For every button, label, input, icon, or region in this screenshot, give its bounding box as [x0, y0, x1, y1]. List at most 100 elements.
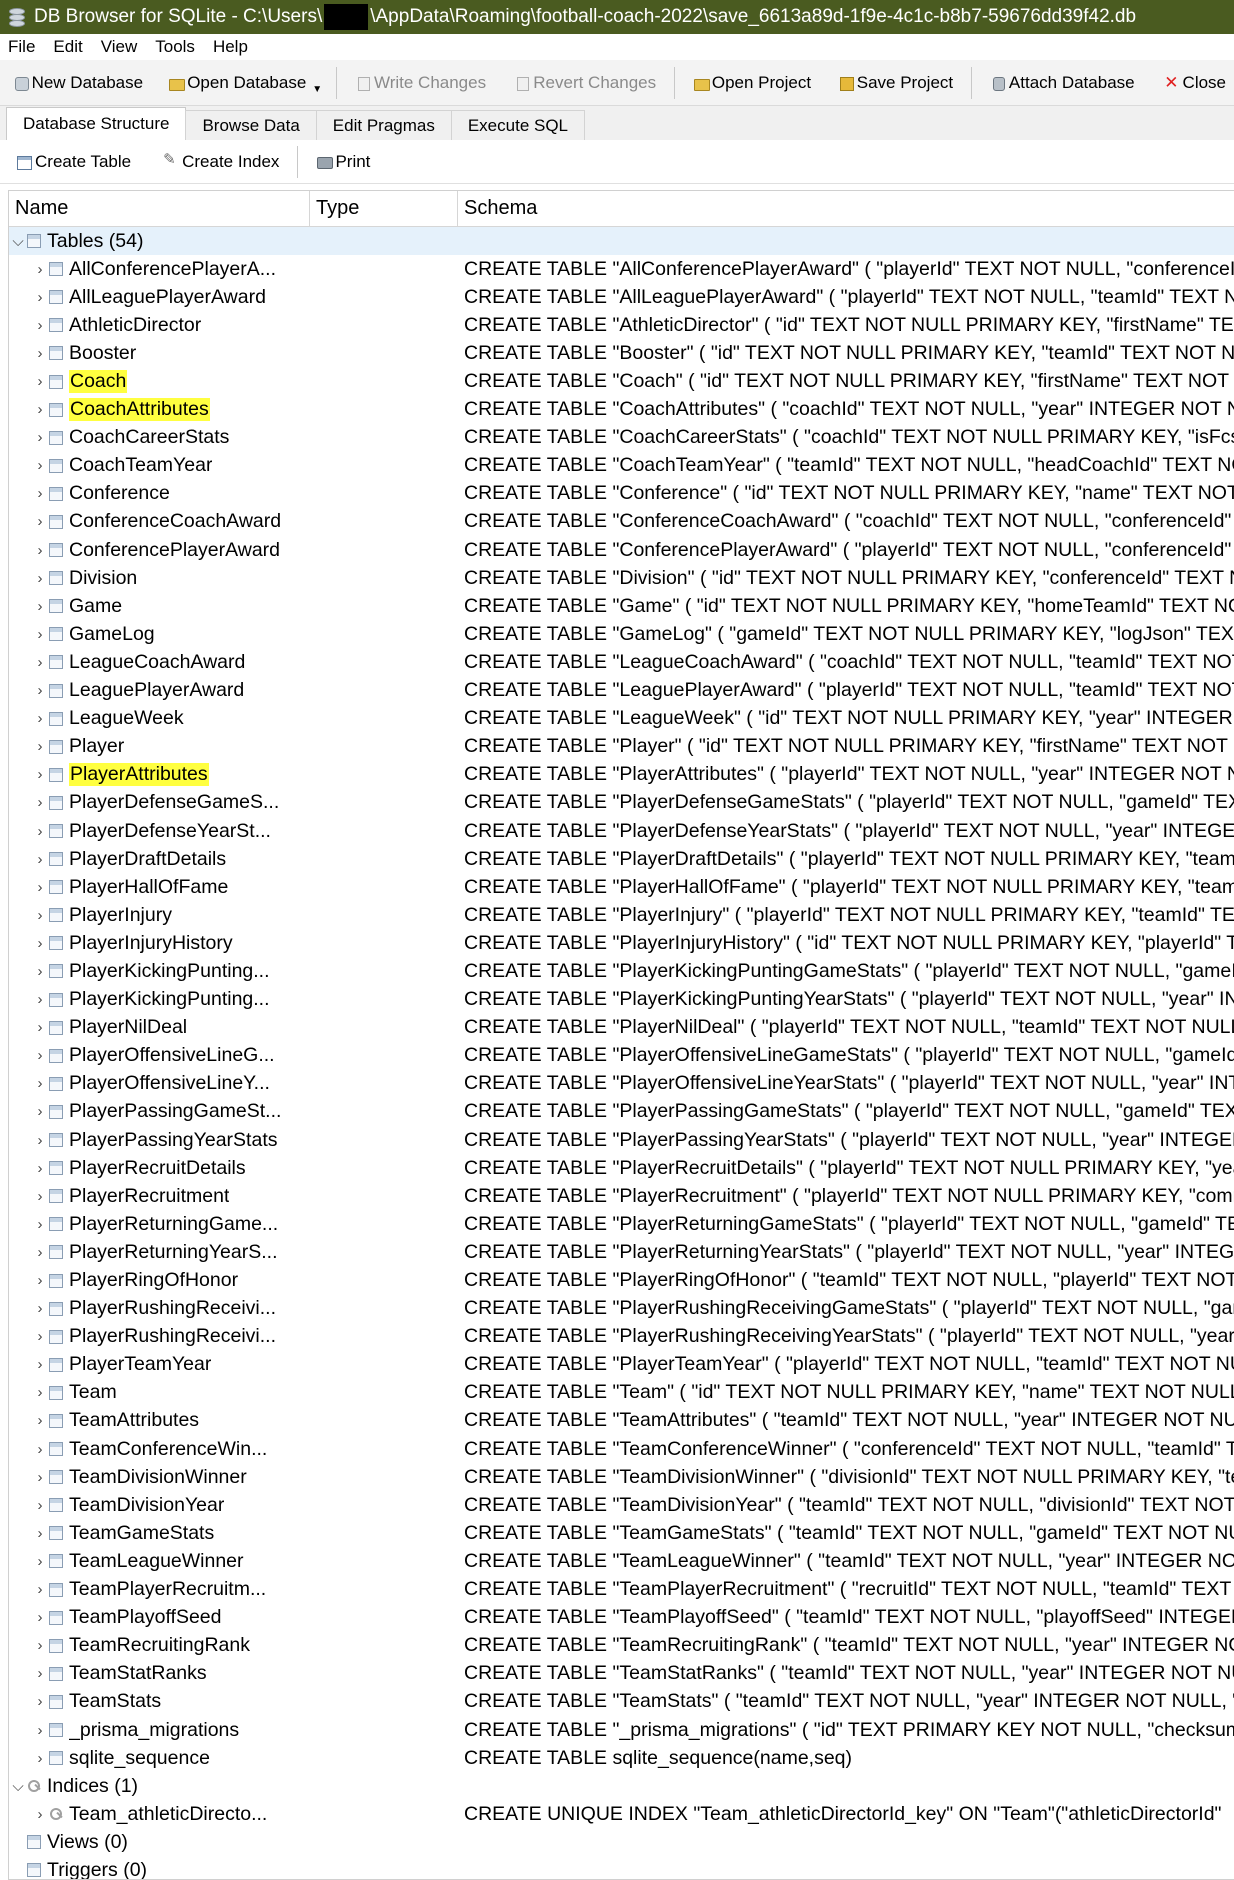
column-header-name[interactable]: Name	[9, 191, 310, 226]
table-row[interactable]: › GameLog CREATE TABLE "GameLog" ( "gameId…	[9, 620, 1234, 648]
table-row[interactable]: › PlayerRingOfHonor CREATE TABLE "PlayerRi…	[9, 1266, 1234, 1294]
table-row[interactable]: › Coach CREATE TABLE "Coach" ( "id" TEXT N…	[9, 367, 1234, 395]
chevron-right-icon[interactable]: ›	[31, 457, 49, 474]
chevron-right-icon[interactable]: ›	[31, 1581, 49, 1598]
chevron-right-icon[interactable]: ›	[31, 1160, 49, 1177]
create-table-button[interactable]: Create Table	[8, 144, 139, 180]
chevron-right-icon[interactable]: ›	[31, 851, 49, 868]
table-row[interactable]: › CoachTeamYear CREATE TABLE "CoachTeamYea…	[9, 452, 1234, 480]
table-row[interactable]: › TeamLeagueWinner CREATE TABLE "TeamLeagu…	[9, 1547, 1234, 1575]
menu-edit[interactable]: Edit	[45, 37, 92, 57]
chevron-right-icon[interactable]: ›	[31, 373, 49, 390]
table-row[interactable]: › TeamAttributes CREATE TABLE "TeamAttribu…	[9, 1407, 1234, 1435]
chevron-right-icon[interactable]: ›	[31, 570, 49, 587]
chevron-right-icon[interactable]: ›	[31, 907, 49, 924]
table-row[interactable]: › PlayerPassingYearStats CREATE TABLE "Pla…	[9, 1126, 1234, 1154]
chevron-right-icon[interactable]: ›	[31, 401, 49, 418]
chevron-right-icon[interactable]: ›	[31, 766, 49, 783]
menu-file[interactable]: File	[0, 37, 45, 57]
table-row[interactable]: › PlayerNilDeal CREATE TABLE "PlayerNilDea…	[9, 1014, 1234, 1042]
table-row[interactable]: › ConferenceCoachAward CREATE TABLE "Confe…	[9, 508, 1234, 536]
revert-changes-button[interactable]: Revert Changes	[506, 65, 664, 101]
chevron-right-icon[interactable]: ›	[31, 1750, 49, 1767]
table-row[interactable]: › TeamStats CREATE TABLE "TeamStats" ( "te…	[9, 1688, 1234, 1716]
table-row[interactable]: › TeamGameStats CREATE TABLE "TeamGameStat…	[9, 1519, 1234, 1547]
chevron-right-icon[interactable]: ›	[31, 1356, 49, 1373]
table-row[interactable]: › PlayerInjuryHistory CREATE TABLE "Player…	[9, 929, 1234, 957]
chevron-right-icon[interactable]: ›	[31, 485, 49, 502]
table-row[interactable]: › TeamDivisionWinner CREATE TABLE "TeamDiv…	[9, 1463, 1234, 1491]
chevron-right-icon[interactable]: ›	[31, 1806, 49, 1823]
table-row[interactable]: › Conference CREATE TABLE "Conference" ( "…	[9, 480, 1234, 508]
table-row[interactable]: › Booster CREATE TABLE "Booster" ( "id" TE…	[9, 339, 1234, 367]
open-project-button[interactable]: Open Project	[685, 65, 819, 101]
table-row[interactable]: › PlayerHallOfFame CREATE TABLE "PlayerHal…	[9, 873, 1234, 901]
chevron-right-icon[interactable]: ›	[31, 1609, 49, 1626]
chevron-right-icon[interactable]: ›	[31, 963, 49, 980]
write-changes-button[interactable]: Write Changes	[347, 65, 494, 101]
table-row[interactable]: › Player CREATE TABLE "Player" ( "id" TEXT…	[9, 733, 1234, 761]
chevron-right-icon[interactable]: ›	[31, 1637, 49, 1654]
chevron-right-icon[interactable]: ›	[31, 1244, 49, 1261]
chevron-right-icon[interactable]: ›	[31, 626, 49, 643]
chevron-right-icon[interactable]: ›	[31, 1693, 49, 1710]
tables-group-row[interactable]: ⌵ Tables (54)	[9, 227, 1234, 256]
chevron-right-icon[interactable]: ›	[31, 1384, 49, 1401]
chevron-right-icon[interactable]: ›	[31, 1441, 49, 1458]
table-row[interactable]: › sqlite_sequence CREATE TABLE sqlite_sequ…	[9, 1744, 1234, 1772]
table-row[interactable]: › AllLeaguePlayerAward CREATE TABLE "AllLe…	[9, 283, 1234, 311]
chevron-right-icon[interactable]: ›	[31, 991, 49, 1008]
table-row[interactable]: › CoachAttributes CREATE TABLE "CoachAttri…	[9, 396, 1234, 424]
table-row[interactable]: › CoachCareerStats CREATE TABLE "CoachCare…	[9, 424, 1234, 452]
menu-view[interactable]: View	[93, 37, 148, 57]
table-row[interactable]: › PlayerKickingPunting... CREATE TABLE "Pl…	[9, 957, 1234, 985]
table-row[interactable]: › PlayerOffensiveLineY... CREATE TABLE "Pl…	[9, 1070, 1234, 1098]
menu-tools[interactable]: Tools	[147, 37, 205, 57]
create-index-button[interactable]: Create Index	[155, 144, 287, 180]
close-database-button[interactable]: ✕ Close	[1156, 65, 1234, 101]
chevron-right-icon[interactable]: ›	[31, 1216, 49, 1233]
chevron-right-icon[interactable]: ›	[31, 794, 49, 811]
table-row[interactable]: › PlayerOffensiveLineG... CREATE TABLE "Pl…	[9, 1042, 1234, 1070]
table-row[interactable]: › PlayerDefenseGameS... CREATE TABLE "Play…	[9, 789, 1234, 817]
chevron-right-icon[interactable]: ›	[31, 1665, 49, 1682]
column-header-schema[interactable]: Schema	[458, 191, 1234, 226]
new-database-button[interactable]: New Database	[5, 65, 152, 101]
chevron-right-icon[interactable]: ›	[31, 654, 49, 671]
table-row[interactable]: › PlayerKickingPunting... CREATE TABLE "Pl…	[9, 986, 1234, 1014]
chevron-right-icon[interactable]: ›	[31, 1188, 49, 1205]
tab-browse-data[interactable]: Browse Data	[185, 110, 317, 140]
chevron-right-icon[interactable]: ›	[31, 710, 49, 727]
table-row[interactable]: › PlayerDraftDetails CREATE TABLE "PlayerD…	[9, 845, 1234, 873]
schema-tree[interactable]: Name Type Schema ⌵ Tables (54) › AllConfe…	[8, 190, 1234, 1880]
table-row[interactable]: › Team CREATE TABLE "Team" ( "id" TEXT NOT…	[9, 1379, 1234, 1407]
chevron-right-icon[interactable]: ›	[31, 1328, 49, 1345]
chevron-right-icon[interactable]: ›	[31, 823, 49, 840]
table-row[interactable]: › Game CREATE TABLE "Game" ( "id" TEXT NOT…	[9, 592, 1234, 620]
table-row[interactable]: › LeagueCoachAward CREATE TABLE "LeagueCoa…	[9, 648, 1234, 676]
chevron-right-icon[interactable]: ›	[31, 935, 49, 952]
table-row[interactable]: › PlayerReturningYearS... CREATE TABLE "Pl…	[9, 1238, 1234, 1266]
chevron-right-icon[interactable]: ›	[31, 1075, 49, 1092]
chevron-right-icon[interactable]: ›	[31, 1019, 49, 1036]
table-row[interactable]: › TeamDivisionYear CREATE TABLE "TeamDivis…	[9, 1491, 1234, 1519]
chevron-right-icon[interactable]: ›	[31, 1469, 49, 1486]
chevron-right-icon[interactable]: ›	[31, 738, 49, 755]
chevron-right-icon[interactable]: ›	[31, 345, 49, 362]
save-project-button[interactable]: Save Project	[830, 65, 961, 101]
chevron-right-icon[interactable]: ›	[31, 1553, 49, 1570]
table-row[interactable]: › PlayerTeamYear CREATE TABLE "PlayerTeamY…	[9, 1351, 1234, 1379]
chevron-right-icon[interactable]: ›	[31, 261, 49, 278]
chevron-right-icon[interactable]: ›	[31, 1722, 49, 1739]
table-row[interactable]: › AllConferencePlayerA... CREATE TABLE "Al…	[9, 255, 1234, 283]
table-row[interactable]: › AthleticDirector CREATE TABLE "AthleticD…	[9, 311, 1234, 339]
chevron-right-icon[interactable]: ›	[31, 1300, 49, 1317]
indices-group-row[interactable]: ⌵ Indices (1)	[9, 1772, 1234, 1800]
attach-database-button[interactable]: Attach Database	[982, 65, 1143, 101]
chevron-right-icon[interactable]: ›	[31, 598, 49, 615]
table-row[interactable]: › TeamPlayoffSeed CREATE TABLE "TeamPlayof…	[9, 1604, 1234, 1632]
views-group-row[interactable]: Views (0)	[9, 1828, 1234, 1856]
chevron-right-icon[interactable]: ›	[31, 879, 49, 896]
tab-database-structure[interactable]: Database Structure	[6, 107, 187, 140]
table-row[interactable]: › PlayerRecruitment CREATE TABLE "PlayerRe…	[9, 1182, 1234, 1210]
